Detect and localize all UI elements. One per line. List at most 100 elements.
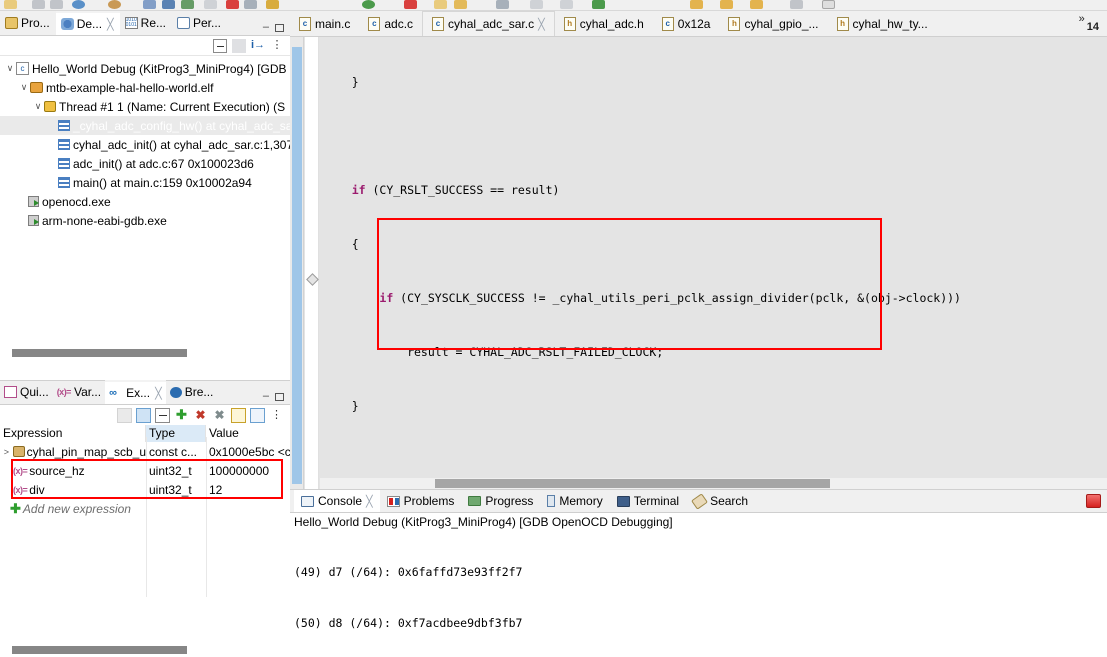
close-icon[interactable]: ╳ [107,18,114,31]
editor-tab-cyhal-adc-h[interactable]: h cyhal_adc.h [555,11,653,36]
scrollbar-thumb[interactable] [12,646,187,654]
source-code-text[interactable]: } if (CY_RSLT_SUCCESS == result) { if (C… [320,37,1107,489]
maximize-icon[interactable] [275,24,284,32]
minimize-icon[interactable]: – [263,22,269,33]
remove-expression-icon[interactable]: ✖ [193,408,208,423]
view-menu-icon[interactable]: ⋮ [269,408,284,423]
debug-view-window-controls[interactable]: – [263,22,290,35]
expressions-toolbar[interactable]: ✚ ✖ ✖ ⋮ [0,405,290,425]
toolbar-window-icon[interactable] [822,0,835,9]
disconnect-icon[interactable] [232,38,246,53]
expressions-window-controls[interactable]: – [263,391,290,404]
close-icon[interactable]: ╳ [155,387,162,400]
expressions-hscrollbar[interactable] [0,645,290,655]
toolbar-person-icon[interactable] [162,0,175,9]
tree-row-process-gdb[interactable]: arm-none-eabi-gdb.exe [0,211,290,230]
toolbar-arrow2-icon[interactable] [720,0,733,9]
editor-tab-0x12a[interactable]: c 0x12a [653,11,720,36]
view-tab-expressions[interactable]: ∞ Ex... ╳ [105,380,166,404]
console-tab-memory[interactable]: Memory [540,490,609,512]
remove-all-expressions-icon[interactable]: ✖ [212,408,227,423]
scrollbar-thumb[interactable] [435,479,830,488]
toolbar-scan-icon[interactable] [143,0,156,9]
console-tabbar[interactable]: Console ╳ Problems Progress Memory Termi… [290,490,1107,513]
toolbar-grid2-icon[interactable] [50,0,63,9]
terminate-icon[interactable] [1086,494,1101,508]
view-tab-variables[interactable]: (x)= Var... [53,380,105,404]
main-toolbar[interactable] [0,0,1107,11]
console-tab-problems[interactable]: Problems [380,490,462,512]
close-icon[interactable]: ╳ [538,18,545,31]
info-icon[interactable]: i→ [251,39,265,53]
view-tab-registers[interactable]: 1010 0101 Re... [120,11,172,35]
expand-arrow-icon[interactable]: ∨ [18,82,30,93]
toolbar-build-icon[interactable] [108,0,121,9]
view-tab-breakpoints[interactable]: Bre... [166,380,218,404]
console-tab-terminal[interactable]: Terminal [610,490,686,512]
toolbar-stepover-icon[interactable] [454,0,467,9]
expand-arrow-icon[interactable]: ∨ [4,63,16,74]
more-editor-tabs-button[interactable]: » 14 [1079,11,1107,36]
editor-tab-cyhal-gpio[interactable]: h cyhal_gpio_... [719,11,827,36]
editor-folding-ruler[interactable] [305,37,319,489]
toolbar-suspend-icon[interactable] [404,0,417,9]
toolbar-arrow3-icon[interactable] [750,0,763,9]
toolbar-debug-icon[interactable] [72,0,85,9]
editor-tab-main-c[interactable]: c main.c [290,11,359,36]
toolbar-stepreturn-icon[interactable] [496,0,509,9]
toolbar-resume-icon[interactable] [362,0,375,9]
add-expression-icon[interactable]: ✚ [174,407,189,423]
debug-view-tabbar[interactable]: Pro... De... ╳ 1010 0101 Re... Per... – [0,11,290,36]
toolbar-grid-icon[interactable] [32,0,45,9]
tree-row-stack-frame[interactable]: cyhal_adc_init() at cyhal_adc_sar.c:1,30… [0,135,290,154]
console-tab-search[interactable]: Search [686,490,755,512]
source-editor[interactable]: } if (CY_RSLT_SUCCESS == result) { if (C… [290,37,1107,489]
expand-arrow-icon[interactable]: ∨ [32,101,44,112]
tree-row-thread[interactable]: ∨ Thread #1 1 (Name: Current Execution) … [0,97,290,116]
view-tab-quick-access[interactable]: Qui... [0,380,53,404]
tree-row-stack-frame[interactable]: adc_init() at adc.c:67 0x100023d6 [0,154,290,173]
toolbar-terminate-icon[interactable] [226,0,239,9]
minimize-icon[interactable]: – [263,391,269,402]
fold-marker-icon[interactable] [308,275,316,283]
toolbar-step-icon[interactable] [244,0,257,9]
maximize-icon[interactable] [275,393,284,401]
toolbar-open-icon[interactable] [4,0,17,9]
expressions-view-tabbar[interactable]: Qui... (x)= Var... ∞ Ex... ╳ Bre... – [0,380,290,405]
view-tab-peripherals[interactable]: Per... [172,11,227,35]
tree-row-stack-frame[interactable]: _cyhal_adc_config_hw() at cyhal_adc_sa [0,116,290,135]
editor-tab-cyhal-adc-sar-c[interactable]: c cyhal_adc_sar.c ╳ [422,11,555,36]
debug-view-toolbar[interactable]: i→ ⋮ [0,36,290,56]
toolbar-arrow1-icon[interactable] [690,0,703,9]
open-editor-icon[interactable] [250,407,265,423]
collapse-all-icon[interactable] [213,38,227,53]
show-logical-structure-icon[interactable] [136,407,151,423]
toolbar-restart-icon[interactable] [434,0,447,9]
debug-stack-tree[interactable]: ∨ c Hello_World Debug (KitProg3_MiniProg… [0,56,290,366]
tree-row-launch-config[interactable]: ∨ c Hello_World Debug (KitProg3_MiniProg… [0,59,290,78]
editor-tab-adc-c[interactable]: c adc.c [359,11,422,36]
toolbar-play-icon[interactable] [790,0,803,9]
show-type-names-icon[interactable] [117,407,132,423]
view-menu-icon[interactable]: ⋮ [270,39,284,53]
view-tab-project-explorer[interactable]: Pro... [0,11,56,35]
console-log[interactable]: (49) d7 (/64): 0x6faffd73e93ff2f7 (50) d… [290,530,1107,657]
collapse-all-icon[interactable] [155,407,170,423]
toolbar-disassembly-icon[interactable] [530,0,543,9]
toolbar-box-icon[interactable] [204,0,217,9]
toolbar-instr-icon[interactable] [560,0,573,9]
debug-tree-hscrollbar[interactable] [0,348,290,358]
toolbar-stepinto-icon[interactable] [266,0,279,9]
close-icon[interactable]: ╳ [366,495,373,508]
toolbar-run-icon[interactable] [592,0,605,9]
editor-hscrollbar[interactable] [320,478,1107,489]
scrollbar-thumb[interactable] [12,349,187,357]
toolbar-device-icon[interactable] [181,0,194,9]
console-tab-console[interactable]: Console ╳ [294,490,380,512]
tree-row-elf[interactable]: ∨ mtb-example-hal-hello-world.elf [0,78,290,97]
view-tab-debug[interactable]: De... ╳ [55,11,120,35]
editor-annotation-ruler[interactable] [290,37,304,489]
editor-tabbar[interactable]: c main.c c adc.c c cyhal_adc_sar.c ╳ h c… [290,11,1107,37]
tree-row-stack-frame[interactable]: main() at main.c:159 0x10002a94 [0,173,290,192]
tree-row-process-openocd[interactable]: openocd.exe [0,192,290,211]
